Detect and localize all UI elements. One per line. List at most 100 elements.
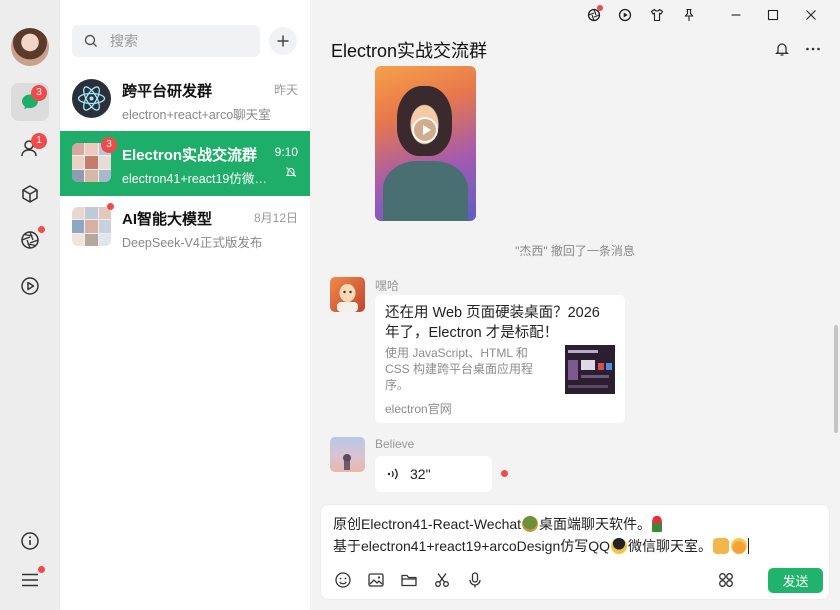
input-text-line2: 基于electron41+react19+arcoDesign仿写QQ xyxy=(333,538,611,554)
play-circle-icon xyxy=(21,277,39,295)
maximize-button[interactable] xyxy=(764,6,782,24)
skin-button[interactable] xyxy=(648,6,666,24)
folder-icon xyxy=(401,574,417,587)
sender-avatar[interactable] xyxy=(330,437,365,472)
cube-icon xyxy=(22,185,38,203)
aperture-icon xyxy=(21,231,39,249)
mute-bell-icon xyxy=(285,167,297,177)
conversation-item[interactable]: AI智能大模型 8月12日 DeepSeek-V4正式版发布 xyxy=(60,195,310,260)
send-button[interactable]: 发送 xyxy=(768,568,823,593)
chat-panel: Electron实战交流群 "杰西" 撤回了一条消息 嘿哈 还在用 Web 页面… xyxy=(310,0,840,610)
input-text-line2-end: 微信聊天室。 xyxy=(628,538,713,554)
conversation-item[interactable]: 跨平台研发群 昨天 electron+react+arco聊天室 xyxy=(60,67,310,132)
notification-dot xyxy=(597,5,603,11)
conversation-list: 跨平台研发群 昨天 electron+react+arco聊天室 3 Elect… xyxy=(60,0,310,610)
close-button[interactable] xyxy=(802,6,820,24)
emoji-button[interactable] xyxy=(334,571,352,589)
conversation-time: 8月12日 xyxy=(253,211,298,225)
input-text-line1-end: 桌面端聊天软件。 xyxy=(539,516,652,532)
contacts-nav-button[interactable]: 1 xyxy=(11,129,49,167)
left-rail: 3 1 xyxy=(0,0,60,610)
menu-button[interactable] xyxy=(11,561,49,599)
scrollbar[interactable] xyxy=(834,325,838,433)
message-input[interactable]: 原创Electron41-React-Wechat 桌面端聊天软件。 基于elec… xyxy=(333,513,813,557)
video-titlebar-button[interactable] xyxy=(616,6,634,24)
salute-emoji-icon xyxy=(731,538,748,554)
unread-dot xyxy=(107,203,114,210)
search-input[interactable] xyxy=(110,33,250,49)
voice-wave-icon xyxy=(387,468,398,480)
card-source: electron官网 xyxy=(385,402,452,416)
conversation-preview: DeepSeek-V4正式版发布 xyxy=(122,236,263,250)
thumbs-up-emoji-icon xyxy=(713,538,730,554)
chat-nav-button[interactable]: 3 xyxy=(11,83,49,121)
sender-name: Believe xyxy=(375,437,415,451)
text-cursor xyxy=(748,538,750,554)
voice-input-button[interactable] xyxy=(466,571,484,589)
minimize-button[interactable] xyxy=(727,6,745,24)
voice-message[interactable]: 32" xyxy=(375,456,492,492)
screenshot-button[interactable] xyxy=(433,571,451,589)
contacts-badge: 1 xyxy=(31,133,47,149)
minimize-icon xyxy=(731,14,741,16)
input-text-line1: 原创Electron41-React-Wechat xyxy=(333,516,522,532)
info-icon xyxy=(21,532,39,550)
voice-unread-dot xyxy=(501,470,508,477)
conversation-time: 昨天 xyxy=(273,83,298,97)
smile-icon xyxy=(335,572,351,588)
more-icon[interactable] xyxy=(804,40,822,58)
chat-title: Electron实战交流群 xyxy=(331,41,488,61)
card-title: 还在用 Web 页面硬装桌面？2026 年了，Electron 才是标配！ xyxy=(385,305,600,341)
scissors-icon xyxy=(435,573,449,587)
microphone-icon xyxy=(469,572,481,588)
electron-logo-avatar xyxy=(72,79,111,118)
conversation-name: Electron实战交流群 xyxy=(122,147,258,164)
rose-emoji-icon xyxy=(652,516,663,532)
card-description: 使用 JavaScript、HTML 和 CSS 构建跨平台桌面应用程序。 xyxy=(385,346,534,392)
group-avatar xyxy=(72,207,111,246)
conversation-name: AI智能大模型 xyxy=(122,211,213,228)
conversation-preview: electron41+react19仿微信聊天室 xyxy=(122,172,272,186)
penguin-emoji-icon xyxy=(611,538,628,554)
file-button[interactable] xyxy=(400,571,418,589)
video-nav-button[interactable] xyxy=(11,267,49,305)
apps-button[interactable] xyxy=(717,571,735,589)
menu-icon xyxy=(22,573,38,587)
search-box[interactable] xyxy=(72,25,260,57)
chat-badge: 3 xyxy=(31,85,47,101)
maximize-icon xyxy=(767,9,779,21)
play-icon[interactable] xyxy=(412,117,438,143)
unread-badge: 3 xyxy=(101,137,117,153)
conversation-item-active[interactable]: 3 Electron实战交流群 9:10 electron41+react19仿… xyxy=(60,131,310,196)
moments-dot xyxy=(38,226,45,233)
play-circle-icon xyxy=(618,8,632,22)
card-thumbnail xyxy=(565,345,615,394)
menu-dot xyxy=(38,566,45,573)
apps-grid-icon xyxy=(719,573,733,587)
message-composer[interactable]: 原创Electron41-React-Wechat 桌面端聊天软件。 基于elec… xyxy=(320,504,830,600)
link-card[interactable]: 还在用 Web 页面硬装桌面？2026 年了，Electron 才是标配！ 使用… xyxy=(375,295,625,423)
tshirt-icon xyxy=(650,8,664,22)
video-message[interactable] xyxy=(375,66,476,221)
pin-button[interactable] xyxy=(680,6,698,24)
moments-nav-button[interactable] xyxy=(11,221,49,259)
conversation-preview: electron+react+arco聊天室 xyxy=(122,108,271,122)
add-button[interactable] xyxy=(269,27,297,55)
box-nav-button[interactable] xyxy=(11,175,49,213)
about-button[interactable] xyxy=(11,522,49,560)
image-button[interactable] xyxy=(367,571,385,589)
voice-duration: 32" xyxy=(410,466,431,482)
turtle-emoji-icon xyxy=(522,516,539,532)
conversation-name: 跨平台研发群 xyxy=(122,83,213,100)
sender-avatar[interactable] xyxy=(330,277,365,312)
bell-icon[interactable] xyxy=(773,40,791,58)
my-avatar[interactable] xyxy=(11,28,49,66)
pin-icon xyxy=(684,8,694,21)
moments-titlebar-button[interactable] xyxy=(585,5,603,24)
search-icon xyxy=(84,34,97,47)
plus-icon xyxy=(277,35,289,47)
image-icon xyxy=(368,573,384,587)
sender-name: 嘿哈 xyxy=(375,279,400,293)
conversation-time: 9:10 xyxy=(274,145,298,159)
close-icon xyxy=(806,10,816,20)
